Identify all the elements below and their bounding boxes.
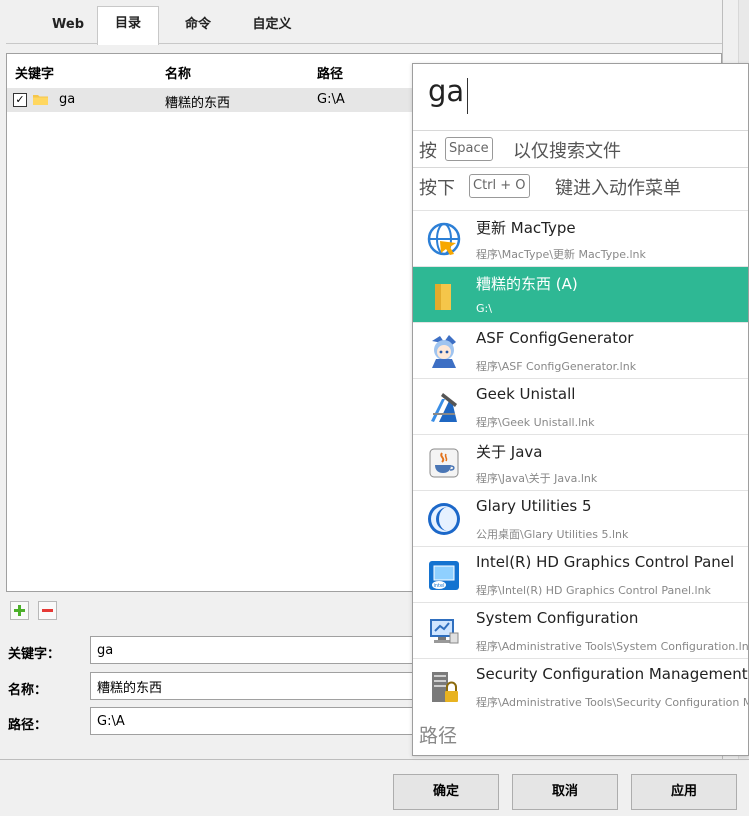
result-title: Geek Unistall (476, 385, 576, 403)
result-path: 程序\Geek Unistall.lnk (476, 416, 595, 429)
path-label: 路径： (8, 718, 48, 733)
apply-button[interactable]: 应用 (631, 774, 737, 810)
result-item[interactable]: 关于 Java 程序\Java\关于 Java.lnk (413, 434, 748, 491)
ok-button[interactable]: 确定 (393, 774, 499, 810)
result-title: Security Configuration Management (476, 665, 748, 683)
text-caret (467, 78, 468, 114)
result-title: System Configuration (476, 609, 639, 627)
remove-button[interactable] (38, 601, 57, 620)
hint-space: 按 Space 以仅搜索文件 (413, 130, 748, 167)
result-title: Glary Utilities 5 (476, 497, 592, 515)
mactype-globe-icon (427, 222, 461, 256)
result-title: 糟糕的东西 (A) (476, 275, 578, 293)
result-item[interactable]: Glary Utilities 5 公用桌面\Glary Utilities 5… (413, 490, 748, 547)
column-path[interactable]: 路径 (317, 63, 343, 82)
result-path: 程序\ASF ConfigGenerator.lnk (476, 360, 637, 373)
result-item[interactable]: ASF ConfigGenerator 程序\ASF ConfigGenerat… (413, 322, 748, 379)
launcher-popup: ga 按 Space 以仅搜索文件 按下 Ctrl + O 键进入动作菜单 更新… (412, 63, 749, 756)
glary-moon-icon (428, 503, 460, 535)
tab-web[interactable]: Web (40, 10, 96, 40)
name-label: 名称： (8, 683, 48, 698)
cancel-button[interactable]: 取消 (512, 774, 618, 810)
keyword-label: 关键字： (8, 647, 61, 662)
result-path: 程序\Intel(R) HD Graphics Control Panel.ln… (476, 584, 711, 597)
result-title: ASF ConfigGenerator (476, 329, 634, 347)
key-space: Space (445, 137, 493, 161)
hint-text: 按 (419, 141, 437, 162)
result-path: 公用桌面\Glary Utilities 5.lnk (476, 528, 629, 541)
result-item[interactable]: System Configuration 程序\Administrative T… (413, 602, 748, 659)
tab-directory[interactable]: 目录 (97, 6, 159, 45)
result-title: 更新 MacType (476, 219, 576, 237)
hint-text: 以仅搜索文件 (513, 141, 621, 162)
tab-bar: Web 目录 命令 自定义 (0, 0, 722, 45)
plus-icon-stem (18, 605, 21, 616)
intel-graphics-icon: intel (429, 561, 459, 590)
result-title: Intel(R) HD Graphics Control Panel (476, 553, 735, 571)
result-title: 关于 Java (476, 443, 543, 461)
launcher-footer-label: 路径 (419, 725, 458, 747)
add-button[interactable] (10, 601, 29, 620)
result-path: G:\ (476, 302, 492, 315)
tab-custom[interactable]: 自定义 (236, 10, 308, 40)
tab-command[interactable]: 命令 (168, 10, 228, 40)
result-path: 程序\Java\关于 Java.lnk (476, 472, 598, 485)
system-config-monitor-icon (430, 619, 459, 644)
folder-icon (33, 95, 48, 105)
result-item[interactable]: intel Intel(R) HD Graphics Control Panel… (413, 546, 748, 603)
result-item[interactable]: Security Configuration Management 程序\Adm… (413, 658, 748, 715)
result-path: 程序\Administrative Tools\System Configura… (476, 640, 749, 653)
result-path: 程序\Administrative Tools\Security Configu… (476, 696, 748, 709)
result-item[interactable]: Geek Unistall 程序\Geek Unistall.lnk (413, 378, 748, 435)
row-keyword: ga (59, 92, 76, 107)
search-query-box[interactable]: ga (413, 64, 748, 130)
column-name[interactable]: 名称 (165, 63, 191, 82)
hint-text: 按下 (419, 178, 455, 199)
java-cup-icon (429, 448, 459, 478)
search-input[interactable]: ga (428, 74, 464, 108)
hint-text: 键进入动作菜单 (555, 178, 681, 199)
minus-icon (42, 609, 53, 612)
result-item[interactable]: 更新 MacType 程序\MacType\更新 MacType.lnk (413, 210, 748, 267)
result-item-selected[interactable]: 糟糕的东西 (A) G:\ (413, 266, 748, 323)
svg-text:intel: intel (434, 583, 445, 589)
key-ctrl-o: Ctrl + O (469, 174, 530, 198)
row-path: G:\A (317, 92, 345, 107)
xcode-hammer-icon (431, 393, 457, 422)
anime-character-icon (432, 335, 456, 368)
column-keyword[interactable]: 关键字 (15, 63, 54, 82)
security-server-lock-icon (432, 672, 458, 702)
footer-divider (0, 759, 749, 760)
folder-icon (435, 284, 451, 310)
row-name: 糟糕的东西 (165, 96, 231, 111)
hint-ctrl-o: 按下 Ctrl + O 键进入动作菜单 (413, 167, 748, 204)
result-path: 程序\MacType\更新 MacType.lnk (476, 248, 646, 261)
row-checkbox[interactable]: ✓ (13, 93, 27, 107)
